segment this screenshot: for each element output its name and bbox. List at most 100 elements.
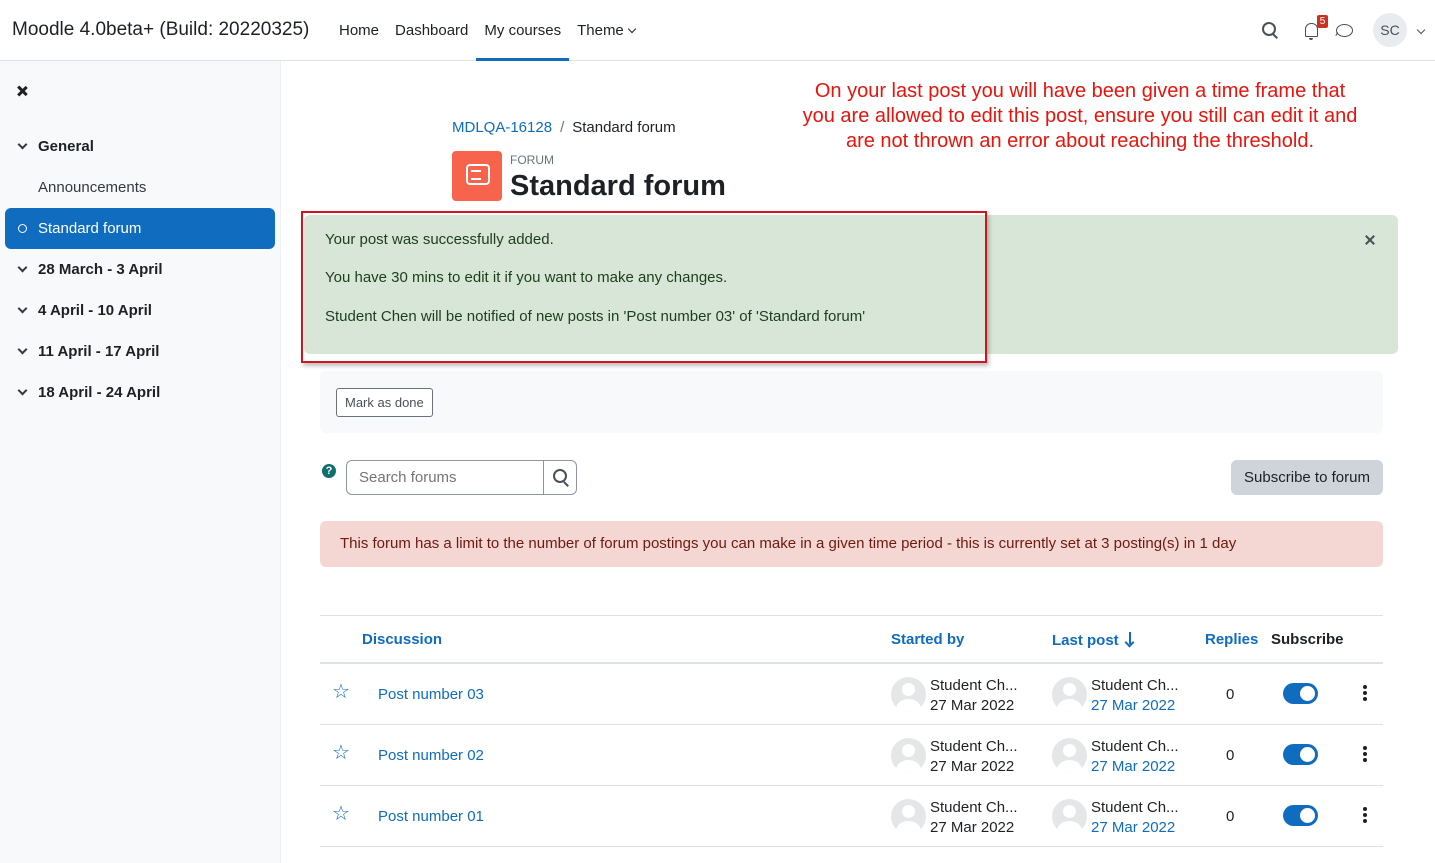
started-date: 27 Mar 2022: [930, 819, 1015, 836]
more-actions-icon[interactable]: [1363, 746, 1367, 762]
started-date: 27 Mar 2022: [930, 758, 1015, 775]
user-avatar-icon: [891, 677, 926, 712]
user-avatar-icon: [1052, 738, 1087, 773]
drawer-section-week-2[interactable]: 4 April - 10 April: [5, 290, 275, 331]
column-header-discussion[interactable]: Discussion: [362, 631, 442, 648]
breadcrumb-current: Standard forum: [572, 119, 676, 136]
chevron-down-icon[interactable]: [17, 139, 28, 150]
nav-home-label: Home: [339, 22, 380, 39]
subscribe-toggle[interactable]: [1283, 683, 1318, 704]
user-avatar[interactable]: SC: [1373, 13, 1407, 47]
posting-limit-alert: This forum has a limit to the number of …: [320, 521, 1383, 567]
chevron-down-icon[interactable]: [17, 344, 28, 355]
last-post-date-link[interactable]: 27 Mar 2022: [1091, 758, 1175, 775]
last-post-date-link[interactable]: 27 Mar 2022: [1091, 819, 1175, 836]
table-row: ☆ Post number 03 Student Ch... 27 Mar 20…: [320, 664, 1383, 725]
chevron-down-icon[interactable]: [17, 303, 28, 314]
help-icon[interactable]: ?: [322, 464, 336, 478]
star-icon[interactable]: ☆: [332, 804, 350, 824]
course-index-drawer: General Announcements Standard forum 28 …: [0, 61, 281, 863]
replies-count: 0: [1226, 747, 1235, 764]
star-icon[interactable]: ☆: [332, 743, 350, 763]
user-avatar-icon: [1052, 799, 1087, 834]
discussion-link[interactable]: Post number 03: [378, 686, 484, 703]
discussion-link[interactable]: Post number 02: [378, 747, 484, 764]
nav-theme-label: Theme: [577, 22, 624, 39]
annotation-note: On your last post you will have been giv…: [802, 80, 1358, 152]
table-row: ☆ Post number 01 Student Ch... 27 Mar 20…: [320, 786, 1383, 847]
breadcrumb: MDLQA-16128 / Standard forum: [452, 119, 676, 136]
nav-my-courses[interactable]: My courses: [476, 0, 569, 61]
subscribe-toggle[interactable]: [1283, 805, 1318, 826]
started-by-name: Student Ch...: [930, 799, 1018, 816]
subscribe-to-forum-button[interactable]: Subscribe to forum: [1231, 460, 1383, 495]
drawer-item-label: 18 April - 24 April: [38, 384, 161, 401]
more-actions-icon[interactable]: [1363, 807, 1367, 823]
drawer-section-week-4[interactable]: 18 April - 24 April: [5, 372, 275, 413]
activity-type-label: FORUM: [510, 153, 554, 167]
top-navbar: Moodle 4.0beta+ (Build: 20220325) Home D…: [0, 0, 1435, 61]
sort-descending-icon: [1125, 632, 1135, 646]
notification-count-badge: 5: [1317, 15, 1328, 28]
close-drawer-icon[interactable]: [14, 83, 30, 99]
activity-completion-panel: [320, 371, 1383, 433]
user-avatar-icon: [1052, 677, 1087, 712]
drawer-item-label: 28 March - 3 April: [38, 261, 163, 278]
drawer-section-week-1[interactable]: 28 March - 3 April: [5, 249, 275, 290]
more-actions-icon[interactable]: [1363, 685, 1367, 701]
chevron-down-icon[interactable]: [17, 385, 28, 396]
replies-count: 0: [1226, 808, 1235, 825]
nav-dashboard-label: Dashboard: [395, 22, 469, 39]
star-icon[interactable]: ☆: [332, 682, 350, 702]
drawer-item-standard-forum[interactable]: Standard forum: [5, 208, 275, 249]
annotation-highlight-box: [301, 211, 987, 363]
started-by-name: Student Ch...: [930, 677, 1018, 694]
drawer-item-announcements[interactable]: Announcements: [5, 167, 275, 208]
last-post-name: Student Ch...: [1091, 738, 1179, 755]
column-header-last-post-label: Last post: [1052, 632, 1119, 649]
nav-home[interactable]: Home: [331, 0, 387, 60]
user-avatar-icon: [891, 799, 926, 834]
breadcrumb-course-link[interactable]: MDLQA-16128: [452, 119, 552, 136]
drawer-item-label: Standard forum: [38, 220, 142, 237]
drawer-section-general[interactable]: General: [5, 126, 275, 167]
messages-icon[interactable]: [1334, 20, 1354, 40]
nav-theme-menu[interactable]: Theme: [569, 0, 643, 60]
nav-my-courses-label: My courses: [484, 22, 562, 39]
table-top-border: [320, 615, 1383, 616]
started-date: 27 Mar 2022: [930, 697, 1015, 714]
column-header-subscribe: Subscribe: [1271, 631, 1344, 648]
last-post-name: Student Ch...: [1091, 799, 1179, 816]
forum-activity-icon: [452, 151, 502, 201]
completion-circle-icon: [18, 224, 27, 233]
discussion-link[interactable]: Post number 01: [378, 808, 484, 825]
user-avatar-icon: [891, 738, 926, 773]
drawer-item-label: General: [38, 138, 94, 155]
primary-navigation: Home Dashboard My courses Theme: [331, 0, 643, 61]
breadcrumb-separator: /: [560, 119, 565, 136]
last-post-name: Student Ch...: [1091, 677, 1179, 694]
nav-dashboard[interactable]: Dashboard: [387, 0, 476, 60]
column-header-started-by[interactable]: Started by: [891, 631, 964, 648]
site-name[interactable]: Moodle 4.0beta+ (Build: 20220325): [12, 19, 309, 41]
page-title: Standard forum: [510, 170, 726, 202]
chevron-down-icon[interactable]: [17, 262, 28, 273]
drawer-item-label: 4 April - 10 April: [38, 302, 152, 319]
search-icon[interactable]: [1260, 20, 1280, 40]
column-header-last-post[interactable]: Last post: [1052, 631, 1135, 649]
search-forums-box: [346, 460, 577, 495]
mark-as-done-button[interactable]: Mark as done: [336, 388, 433, 417]
drawer-item-label: 11 April - 17 April: [38, 343, 160, 360]
drawer-section-week-3[interactable]: 11 April - 17 April: [5, 331, 275, 372]
search-forums-input[interactable]: [359, 469, 539, 486]
started-by-name: Student Ch...: [930, 738, 1018, 755]
user-menu-chevron-icon[interactable]: [1416, 25, 1426, 35]
close-alert-icon[interactable]: [1363, 233, 1377, 247]
last-post-date-link[interactable]: 27 Mar 2022: [1091, 697, 1175, 714]
replies-count: 0: [1226, 686, 1235, 703]
subscribe-toggle[interactable]: [1283, 744, 1318, 765]
column-header-replies[interactable]: Replies: [1205, 631, 1258, 648]
search-submit-icon[interactable]: [543, 460, 577, 495]
chevron-down-icon: [627, 24, 637, 34]
table-row: ☆ Post number 02 Student Ch... 27 Mar 20…: [320, 725, 1383, 786]
